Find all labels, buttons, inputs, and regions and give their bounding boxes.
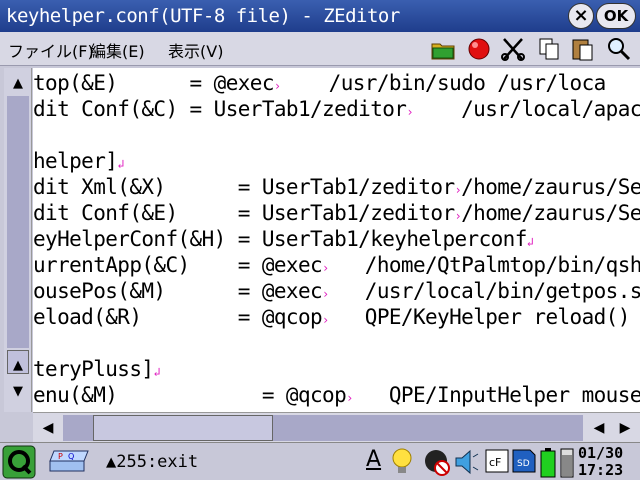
svg-text:Q: Q [68, 452, 74, 461]
tab-marker: › [346, 391, 353, 405]
editor-line-text: eyHelperConf(&H) = UserTab1/keyhelpercon… [33, 227, 527, 251]
tab-marker: › [322, 287, 329, 301]
cf-card-icon[interactable]: cF [485, 447, 509, 475]
input-method-icon[interactable]: P Q [48, 447, 92, 475]
battery-icon[interactable] [540, 447, 556, 479]
scroll-track[interactable] [7, 96, 29, 348]
find-icon[interactable] [606, 36, 632, 62]
start-menu-icon[interactable] [2, 445, 36, 479]
svg-text:cF: cF [489, 456, 501, 469]
editor-line[interactable]: top(&E) = @exec› /usr/bin/sudo /usr/loca [33, 70, 606, 96]
tab-marker: › [322, 261, 329, 275]
open-folder-icon[interactable] [430, 36, 456, 62]
svg-text:SD: SD [517, 459, 530, 469]
copy-icon[interactable] [536, 36, 562, 62]
editor-line-text: dit Conf(&C) = UserTab1/zeditor [33, 97, 407, 121]
tab-marker: › [322, 313, 329, 327]
editor-line[interactable]: eload(&R) = @qcop› QPE/KeyHelper reload(… [33, 304, 630, 330]
editor-line-text: enu(&M) = @qcop [33, 383, 347, 407]
cut-icon[interactable] [500, 36, 526, 62]
editor-line[interactable]: dit Xml(&X) = UserTab1/zeditor›/home/zau… [33, 174, 640, 200]
editor-text-area[interactable]: top(&E) = @exec› /usr/bin/sudo /usr/loca… [33, 68, 640, 412]
editor-line[interactable]: dit Conf(&C) = UserTab1/zeditor› /usr/lo… [33, 96, 640, 122]
editor-line-tail: /usr/local/bin/getpos.s [328, 279, 640, 303]
editor-line[interactable]: enu(&M) = @qcop› QPE/InputHelper mouse(Q [33, 382, 640, 408]
ok-button[interactable]: OK [596, 3, 636, 29]
record-icon[interactable] [466, 36, 492, 62]
window-title: keyhelper.conf(UTF-8 file) - ZEditor [6, 5, 400, 27]
editor-line[interactable]: dit Conf(&E) = UserTab1/zeditor›/home/za… [33, 200, 640, 226]
lightbulb-icon[interactable] [390, 447, 414, 477]
svg-text:P: P [58, 452, 63, 461]
editor-line-tail: /home/zaurus/Se [461, 201, 640, 225]
tab-marker: ↲ [153, 365, 161, 379]
menu-bar: ファイル(F) 編集(E) 表示(V) [0, 32, 640, 66]
hscroll-thumb[interactable] [93, 415, 273, 441]
menu-view[interactable]: 表示(V) [168, 38, 223, 62]
menu-edit[interactable]: 編集(E) [90, 38, 145, 62]
network-disabled-icon[interactable] [422, 447, 452, 477]
tab-marker: › [273, 79, 281, 93]
editor-line[interactable]: eyHelperConf(&H) = UserTab1/keyhelpercon… [33, 226, 534, 252]
horizontal-scrollbar[interactable]: ◀ ◀ ▶ [33, 412, 640, 442]
volume-icon[interactable] [454, 447, 480, 477]
editor-line-text: helper] [33, 149, 118, 173]
clock-time: 17:23 [578, 461, 624, 479]
editor-line-tail: /home/zaurus/Se [461, 175, 640, 199]
editor-line-text: eload(&R) = @qcop [33, 305, 323, 329]
taskbar: P Q ▲255:exit A cF SD 01/30 17:23 [0, 442, 640, 480]
status-text: ▲255:exit [106, 452, 199, 472]
editor-line-text: dit Xml(&X) = UserTab1/zeditor [33, 175, 455, 199]
clock[interactable]: 01/30 17:23 [578, 445, 623, 479]
editor-line-text: urrentApp(&C) = @exec [33, 253, 323, 277]
scroll-left-arrow-icon[interactable]: ◀ [586, 413, 612, 443]
scroll-left-arrow-icon[interactable]: ◀ [35, 413, 61, 443]
editor-line-tail: /home/QtPalmtop/bin/qsh [328, 253, 640, 277]
editor-line-text: dit Conf(&E) = UserTab1/zeditor [33, 201, 455, 225]
menu-file[interactable]: ファイル(F) [8, 38, 94, 62]
editor-line-tail: /usr/bin/sudo /usr/loca [280, 71, 607, 95]
editor-line[interactable]: ousePos(&M) = @exec› /usr/local/bin/getp… [33, 278, 640, 304]
memory-gauge-icon[interactable] [560, 447, 574, 479]
scroll-right-arrow-icon[interactable]: ▶ [612, 413, 638, 443]
scroll-down-arrow-icon[interactable]: ▼ [4, 380, 32, 404]
editor-line-text: teryPluss] [33, 357, 154, 381]
text-input-toggle[interactable]: A [366, 447, 381, 472]
editor-line-text: top(&E) = @exec [33, 71, 274, 95]
paste-icon[interactable] [570, 36, 596, 62]
scroll-up-arrow-icon[interactable]: ▲ [4, 72, 32, 96]
editor-line[interactable]: helper]↲ [33, 148, 125, 174]
title-bar: keyhelper.conf(UTF-8 file) - ZEditor × O… [0, 0, 640, 32]
tab-marker: ↲ [117, 157, 124, 171]
vertical-scrollbar[interactable]: ▲ ▲ ▼ [4, 68, 32, 412]
tab-marker: ↲ [526, 235, 534, 249]
editor-line-tail: /usr/local/apac [412, 97, 640, 121]
editor-line-text: ousePos(&M) = @exec [33, 279, 323, 303]
tab-marker: › [406, 105, 413, 119]
scroll-up-arrow-icon[interactable]: ▲ [4, 354, 32, 378]
clock-date: 01/30 [578, 444, 624, 462]
editor-line-tail: QPE/KeyHelper reload() [328, 305, 631, 329]
close-button[interactable]: × [568, 3, 594, 29]
sd-card-icon[interactable]: SD [512, 447, 536, 475]
editor-line[interactable]: teryPluss]↲ [33, 356, 161, 382]
editor-line[interactable]: urrentApp(&C) = @exec› /home/QtPalmtop/b… [33, 252, 640, 278]
editor-line-tail: QPE/InputHelper mouse(Q [352, 383, 640, 407]
